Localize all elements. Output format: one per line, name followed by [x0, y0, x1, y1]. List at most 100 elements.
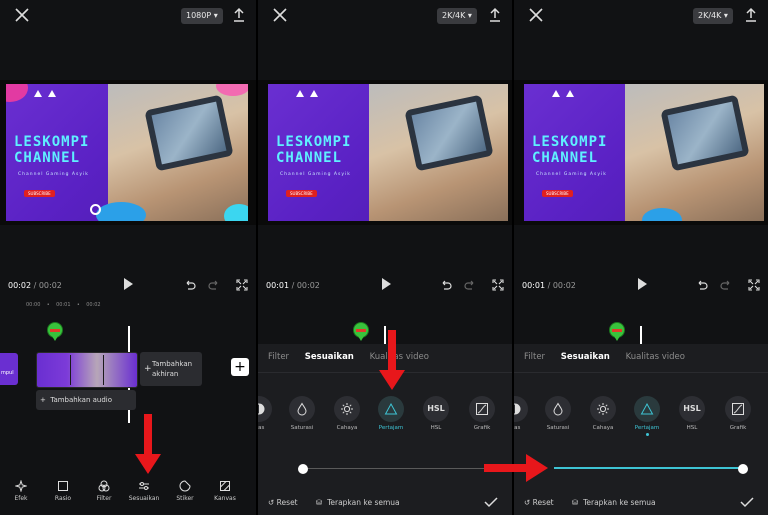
thumbnail-photo [107, 84, 248, 221]
option-saturation[interactable]: Saturasi [285, 396, 319, 431]
adjust-options: tras Saturasi Cahaya Pertajam HSL HSL [514, 396, 768, 442]
editor-panel-timeline: 1080P ▾ LESKOMPI CHANNEL Channel Gaming A… [0, 0, 256, 515]
top-bar: 2K/4K ▾ [258, 0, 512, 38]
export-icon[interactable] [232, 7, 246, 23]
resolution-label: 2K/4K [698, 11, 722, 20]
tab-video-quality[interactable]: Kualitas video [370, 352, 429, 362]
playback-bar: 00:01 / 00:02 [514, 276, 768, 296]
reset-button[interactable]: ↺ Reset [268, 498, 298, 507]
adjust-options: tras Saturasi Cahaya Pertajam HSL HSL Gr… [258, 396, 512, 442]
resolution-button[interactable]: 2K/4K ▾ [693, 8, 733, 24]
tab-filter[interactable]: Filter [524, 352, 545, 362]
adjust-footer: ↺ Reset ⛁ Terapkan ke semua [524, 496, 758, 512]
redo-icon[interactable] [208, 279, 220, 291]
toolbar-item-canvas[interactable]: Kanvas [207, 480, 243, 502]
check-icon[interactable] [484, 496, 498, 508]
add-ending-button[interactable]: + Tambahkan akhiran [140, 352, 202, 386]
drop-icon [297, 402, 307, 416]
play-icon[interactable] [638, 278, 647, 290]
video-thumbnail: LESKOMPI CHANNEL Channel Gaming Asyik SUB… [268, 84, 508, 221]
sharpen-slider[interactable] [554, 464, 748, 474]
option-hsl[interactable]: HSL HSL [675, 396, 709, 431]
resolution-label: 1080P [186, 11, 212, 20]
thumbnail-brand: LESKOMPI CHANNEL [14, 134, 90, 166]
add-audio-button[interactable]: + Tambahkan audio [36, 390, 136, 410]
tab-filter[interactable]: Filter [268, 352, 289, 362]
apply-all-button[interactable]: ⛁ Terapkan ke semua [316, 498, 400, 507]
toolbar-item-adjust[interactable]: Sesuaikan [126, 480, 162, 502]
previous-clip[interactable]: mpul [0, 353, 18, 385]
selected-dot [645, 433, 649, 436]
undo-icon[interactable] [184, 279, 196, 291]
option-brightness[interactable]: Cahaya [586, 396, 620, 431]
toolbar-item-filter[interactable]: Filter [86, 480, 122, 502]
fullscreen-icon[interactable] [748, 279, 760, 291]
reset-button[interactable]: ↺ Reset [524, 498, 554, 507]
redo-icon[interactable] [720, 279, 732, 291]
thumbnail-subtitle: Channel Gaming Asyik [280, 172, 351, 177]
tab-adjust[interactable]: Sesuaikan [305, 352, 354, 362]
add-clip-button[interactable]: + [231, 358, 249, 376]
option-curve[interactable]: Grafik [465, 396, 499, 431]
option-sharpen[interactable]: Pertajam [374, 396, 408, 431]
slider-knob[interactable] [298, 464, 308, 474]
time-display: 00:01 / 00:02 [266, 281, 320, 290]
export-icon[interactable] [488, 7, 502, 23]
top-bar: 2K/4K ▾ [514, 0, 768, 38]
adjust-sheet: Filter Sesuaikan Kualitas video tras Sat… [514, 344, 768, 515]
option-brightness[interactable]: Cahaya [330, 396, 364, 431]
option-contrast[interactable]: tras [258, 396, 276, 431]
thumbnail-brand: LESKOMPI CHANNEL [532, 134, 608, 166]
fullscreen-icon[interactable] [492, 279, 504, 291]
close-icon[interactable] [528, 7, 544, 23]
toolbar-item-effect[interactable]: Efek [3, 480, 39, 502]
adjust-tabs: Filter Sesuaikan Kualitas video [268, 352, 442, 362]
slider-knob[interactable] [738, 464, 748, 474]
option-curve[interactable]: Grafik [721, 396, 755, 431]
adjust-icon [139, 482, 149, 490]
resolution-button[interactable]: 1080P ▾ [181, 8, 223, 24]
tab-adjust[interactable]: Sesuaikan [561, 352, 610, 362]
check-icon[interactable] [740, 496, 754, 508]
redo-icon[interactable] [464, 279, 476, 291]
thumbnail-subscribe: SUBSCRIBE [542, 190, 573, 197]
playhead[interactable] [640, 326, 642, 344]
adjust-tabs: Filter Sesuaikan Kualitas video [524, 352, 698, 362]
green-pin-marker [609, 322, 625, 341]
play-icon[interactable] [382, 278, 391, 290]
playback-bar: 00:01 / 00:02 [258, 276, 512, 296]
toolbar-item-ratio[interactable]: Rasio [45, 480, 81, 502]
video-preview: LESKOMPI CHANNEL Channel Gaming Asyik SUB… [258, 80, 512, 225]
play-icon[interactable] [124, 278, 133, 290]
option-sharpen[interactable]: Pertajam [630, 396, 664, 436]
undo-icon[interactable] [696, 279, 708, 291]
drop-icon [553, 402, 563, 416]
tab-video-quality[interactable]: Kualitas video [626, 352, 685, 362]
ratio-icon [58, 481, 68, 491]
close-icon[interactable] [14, 7, 30, 23]
option-hsl[interactable]: HSL HSL [419, 396, 453, 431]
video-thumbnail: LESKOMPI CHANNEL Channel Gaming Asyik SUB… [524, 84, 764, 221]
export-icon[interactable] [744, 7, 758, 23]
hsl-icon: HSL [683, 404, 701, 413]
toolbar-item-sticker[interactable]: Stiker [167, 480, 203, 502]
video-thumbnail: LESKOMPI CHANNEL Channel Gaming Asyik SUB… [6, 84, 248, 221]
option-contrast[interactable]: tras [514, 396, 532, 431]
close-icon[interactable] [272, 7, 288, 23]
sharpen-slider[interactable] [298, 464, 492, 474]
playhead[interactable] [384, 326, 386, 344]
resolution-label: 2K/4K [442, 11, 466, 20]
curve-icon [476, 403, 488, 415]
triangle-icon [384, 402, 398, 415]
triangle-icon [640, 402, 654, 415]
contrast-icon [258, 403, 265, 415]
video-clip[interactable] [36, 352, 138, 388]
option-saturation[interactable]: Saturasi [541, 396, 575, 431]
editor-panel-adjust: 2K/4K ▾ LESKOMPI CHANNEL Channel Gaming A… [258, 0, 512, 515]
sun-icon [341, 403, 353, 415]
fullscreen-icon[interactable] [236, 279, 248, 291]
undo-icon[interactable] [440, 279, 452, 291]
resolution-button[interactable]: 2K/4K ▾ [437, 8, 477, 24]
apply-all-button[interactable]: ⛁ Terapkan ke semua [572, 498, 656, 507]
thumbnail-subtitle: Channel Gaming Asyik [18, 172, 89, 177]
